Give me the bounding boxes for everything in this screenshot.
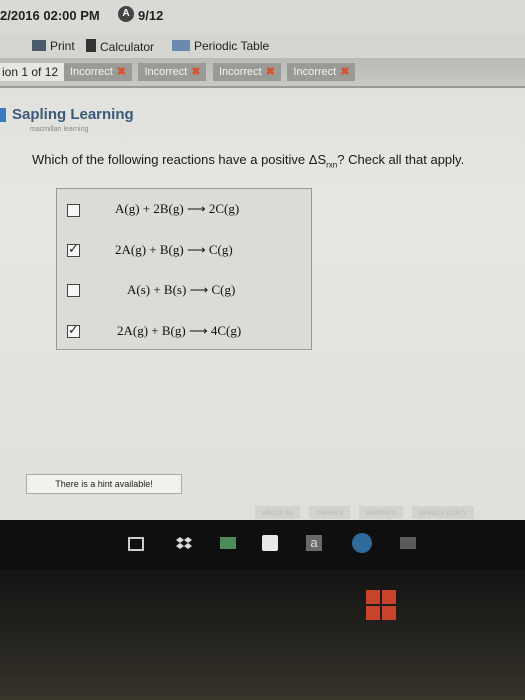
brand-name: Sapling Learning xyxy=(12,106,134,123)
printer-icon xyxy=(32,40,46,51)
option-row[interactable]: A(s) + B(s) ⟶ C(g) xyxy=(57,269,311,309)
dropbox-icon[interactable] xyxy=(176,535,192,551)
amazon-icon[interactable]: a xyxy=(306,535,322,551)
question-subscript: rxn xyxy=(326,160,338,170)
footer-links: about us careers partners privacy policy xyxy=(255,502,479,520)
incorrect-x-icon: ✖ xyxy=(191,66,201,78)
attempt-tab[interactable]: Incorrect ✖ xyxy=(64,63,133,81)
question-prompt: Which of the following reactions have a … xyxy=(32,152,464,170)
incorrect-x-icon: ✖ xyxy=(340,66,350,78)
score: 9/12 xyxy=(138,8,164,23)
datetime: 2/2016 02:00 PM xyxy=(0,8,100,23)
task-view-icon[interactable] xyxy=(128,537,144,551)
attempt-label: Incorrect xyxy=(218,66,262,78)
windows-taskbar: a xyxy=(0,520,525,570)
option-checkbox[interactable] xyxy=(67,284,80,297)
attempt-label: Incorrect xyxy=(144,66,188,78)
windows-logo-icon[interactable] xyxy=(366,590,396,620)
sapling-leaf-icon xyxy=(0,108,6,122)
calculator-button[interactable]: Calculator xyxy=(86,39,154,54)
attempt-tab[interactable]: Incorrect ✖ xyxy=(138,63,207,81)
footer-link[interactable]: careers xyxy=(309,506,350,519)
periodic-table-label: Periodic Table xyxy=(194,39,270,53)
reaction-label: 2A(g) + B(g) ⟶ C(g) xyxy=(115,242,233,257)
clock-check-icon: A xyxy=(118,6,134,22)
question-prefix: Which of the following reactions have a … xyxy=(32,152,327,167)
option-checkbox[interactable] xyxy=(67,322,80,338)
question-counter[interactable]: ion 1 of 12 xyxy=(0,63,65,81)
status-header: 2/2016 02:00 PM A 9/12 xyxy=(0,0,525,34)
reaction-label: A(s) + B(s) ⟶ C(g) xyxy=(127,282,236,297)
brand-subtitle: macmillan learning xyxy=(30,126,89,133)
hint-button[interactable]: There is a hint available! xyxy=(26,474,182,494)
attempt-label: Incorrect xyxy=(70,66,113,78)
attempt-tabs: Incorrect ✖ Incorrect ✖ Incorrect ✖ Incorre… xyxy=(64,62,357,81)
incorrect-x-icon: ✖ xyxy=(116,66,127,78)
question-suffix: ? Check all that apply. xyxy=(337,152,465,167)
footer-link[interactable]: about us xyxy=(255,506,300,519)
incorrect-x-icon: ✖ xyxy=(265,66,275,78)
option-row[interactable]: 2A(g) + B(g) ⟶ C(g) xyxy=(57,229,311,269)
tools-toolbar: Print Calculator Periodic Table xyxy=(0,34,525,58)
media-icon[interactable] xyxy=(400,537,416,549)
attempt-label: Incorrect xyxy=(293,66,337,78)
reaction-label: 2A(g) + B(g) ⟶ 4C(g) xyxy=(117,323,242,338)
periodic-table-icon xyxy=(172,40,190,51)
calculator-label: Calculator xyxy=(100,40,155,54)
option-checkbox[interactable] xyxy=(67,241,80,257)
desktop-icon[interactable] xyxy=(220,537,236,549)
reaction-label: A(g) + 2B(g) ⟶ 2C(g) xyxy=(115,201,240,216)
print-label: Print xyxy=(50,39,75,53)
store-icon[interactable] xyxy=(262,535,278,551)
footer-link[interactable]: privacy policy xyxy=(412,506,475,519)
browser-screen: 2/2016 02:00 PM A 9/12 Print Calculator … xyxy=(0,0,525,520)
option-row[interactable]: A(g) + 2B(g) ⟶ 2C(g) xyxy=(57,189,311,229)
tablet-bezel xyxy=(0,570,525,700)
footer-link[interactable]: partners xyxy=(359,506,403,519)
print-button[interactable]: Print xyxy=(32,39,75,53)
attempt-tab[interactable]: Incorrect ✖ xyxy=(287,63,356,81)
option-row[interactable]: 2A(g) + B(g) ⟶ 4C(g) xyxy=(57,309,311,349)
calculator-icon xyxy=(86,39,96,52)
question-nav-bar: ion 1 of 12 Incorrect ✖ Incorrect ✖ Incorr… xyxy=(0,58,525,88)
periodic-table-button[interactable]: Periodic Table xyxy=(172,39,269,53)
option-checkbox[interactable] xyxy=(67,204,80,217)
answer-options: A(g) + 2B(g) ⟶ 2C(g) 2A(g) + B(g) ⟶ C(g)… xyxy=(56,188,312,350)
ie-icon[interactable] xyxy=(352,533,372,553)
attempt-tab[interactable]: Incorrect ✖ xyxy=(212,63,281,81)
